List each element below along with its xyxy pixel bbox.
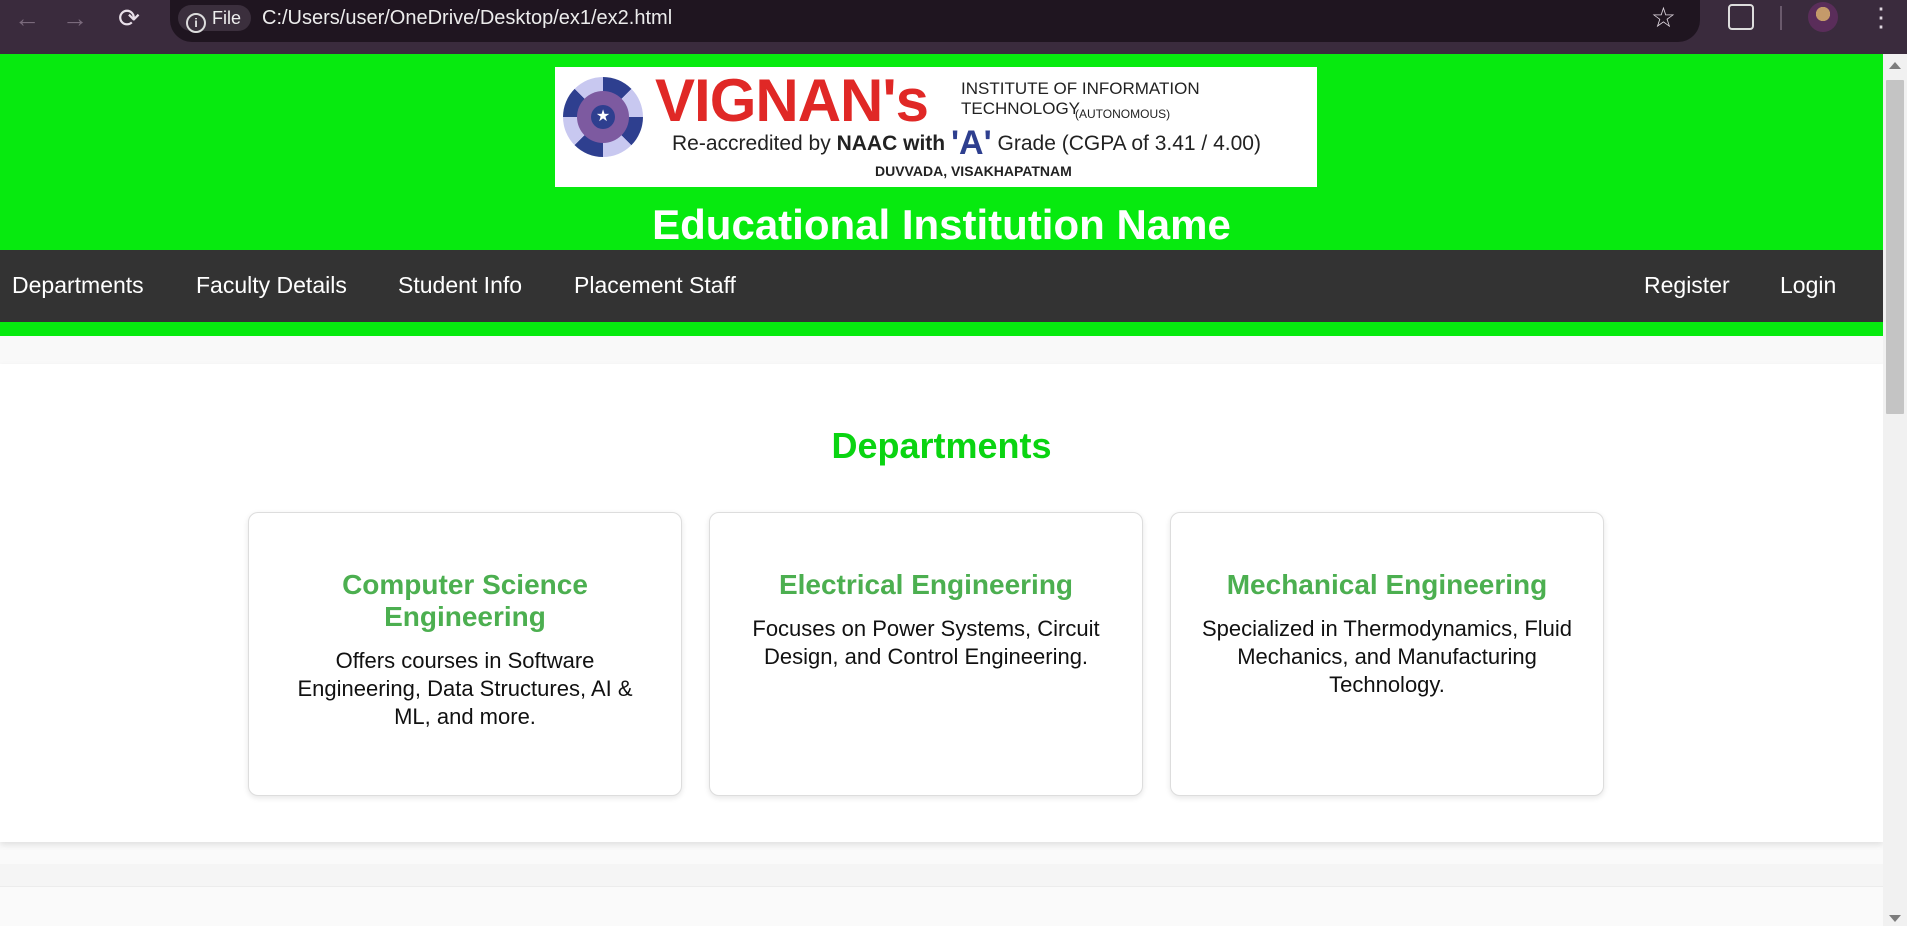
accreditation-prefix: Re-accredited by — [672, 132, 831, 155]
site-info-chip[interactable]: i File — [178, 5, 252, 33]
menu-kebab-icon[interactable]: ⋮ — [1868, 0, 1894, 34]
department-card[interactable]: Mechanical Engineering Specialized in Th… — [1170, 512, 1604, 796]
nav-register[interactable]: Register — [1644, 250, 1730, 322]
header-bottom-strip — [0, 322, 1883, 336]
site-header: ★ VIGNAN's INSTITUTE OF INFORMATION TECH… — [0, 54, 1883, 250]
profile-avatar[interactable] — [1808, 2, 1838, 32]
department-description: Offers courses in Software Engineering, … — [297, 648, 633, 729]
department-card[interactable]: Electrical Engineering Focuses on Power … — [709, 512, 1143, 796]
emblem-star-icon: ★ — [591, 105, 615, 129]
toolbar-divider — [1780, 6, 1782, 30]
browser-toolbar: ← → ⟳ i File C:/Users/user/OneDrive/Deskt… — [0, 0, 1907, 54]
page-viewport: ★ VIGNAN's INSTITUTE OF INFORMATION TECH… — [0, 54, 1883, 926]
nav-login[interactable]: Login — [1780, 250, 1836, 322]
grade-mark: 'A' — [950, 124, 992, 162]
department-title: Mechanical Engineering — [1226, 569, 1548, 600]
back-icon[interactable]: ← — [0, 0, 54, 36]
department-title: Computer Science Engineering — [342, 569, 588, 632]
department-title: Electrical Engineering — [778, 569, 1074, 600]
institution-title: Educational Institution Name — [652, 201, 1231, 248]
url-text[interactable]: C:/Users/user/OneDrive/Desktop/ex1/ex2.h… — [262, 4, 672, 32]
accreditation-body: NAAC — [836, 132, 898, 155]
nav-faculty-details[interactable]: Faculty Details — [196, 250, 347, 322]
departments-heading: Departments — [831, 425, 1052, 466]
scroll-down-arrow-icon[interactable] — [1889, 915, 1901, 922]
departments-section: Departments Computer Science Engineering… — [0, 364, 1883, 842]
accreditation-with: with — [903, 132, 946, 155]
scheme-label: File — [212, 8, 242, 28]
bookmark-star-icon[interactable]: ☆ — [1651, 2, 1676, 34]
department-description: Specialized in Thermodynamics, Fluid Mec… — [1201, 616, 1573, 697]
main-navbar: Departments Faculty Details Student Info… — [0, 250, 1883, 322]
logo-location: DUVVADA, VISAKHAPATNAM — [875, 163, 1072, 179]
logo-brand: VIGNAN's — [655, 67, 929, 134]
institution-logo: ★ VIGNAN's INSTITUTE OF INFORMATION TECH… — [555, 67, 1317, 187]
scroll-up-arrow-icon[interactable] — [1889, 62, 1901, 69]
department-card[interactable]: Computer Science Engineering Offers cour… — [248, 512, 682, 796]
grade-suffix: Grade (CGPA of 3.41 / 4.00) — [997, 132, 1261, 155]
info-icon: i — [186, 13, 206, 33]
extensions-icon[interactable] — [1728, 4, 1754, 30]
logo-accreditation: Re-accredited by NAAC with 'A' Grade (CG… — [672, 126, 1261, 160]
forward-icon[interactable]: → — [48, 0, 102, 36]
nav-placement-staff[interactable]: Placement Staff — [574, 250, 736, 322]
next-section-band — [0, 864, 1883, 887]
section-spacer — [0, 336, 1883, 365]
department-description: Focuses on Power Systems, Circuit Design… — [752, 616, 1100, 669]
scrollbar-thumb[interactable] — [1886, 80, 1904, 414]
address-bar[interactable]: i File C:/Users/user/OneDrive/Desktop/ex1… — [170, 0, 1700, 42]
nav-student-info[interactable]: Student Info — [398, 250, 522, 322]
reload-icon[interactable]: ⟳ — [102, 0, 156, 36]
nav-departments[interactable]: Departments — [12, 250, 144, 322]
page-scrollbar[interactable] — [1883, 54, 1907, 926]
logo-autonomous: (AUTONOMOUS) — [1075, 107, 1171, 121]
